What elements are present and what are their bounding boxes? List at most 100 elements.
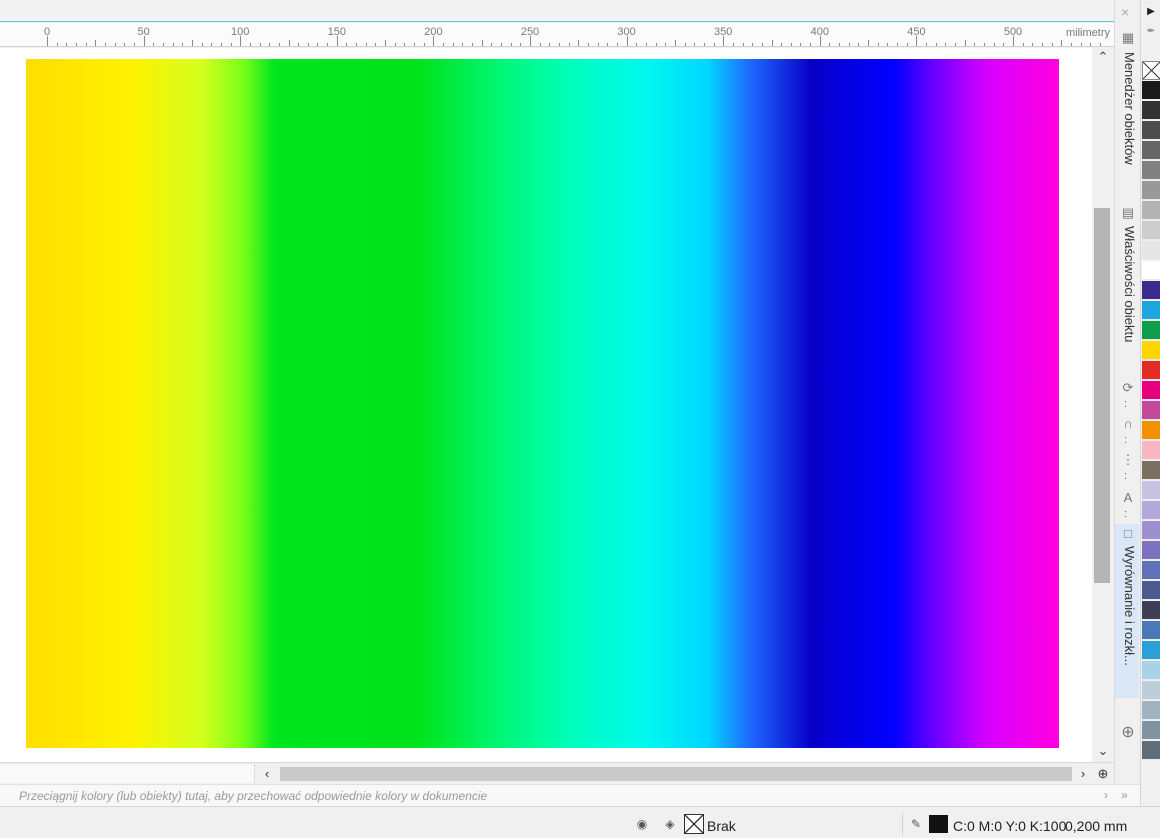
outline-color-label: C:0 M:0 Y:0 K:100 — [953, 818, 1067, 834]
palette-swatch[interactable] — [1142, 221, 1160, 240]
palette-swatch[interactable] — [1142, 361, 1160, 380]
vertical-scroll-thumb[interactable] — [1094, 208, 1110, 583]
fill-bucket-icon: ◈ — [665, 817, 675, 831]
palette-swatch[interactable] — [1142, 541, 1160, 560]
vertical-scrollbar[interactable]: ⌃ ⌄ — [1092, 48, 1114, 762]
scroll-left-icon[interactable]: ‹ — [258, 765, 276, 783]
palette-swatch[interactable] — [1142, 581, 1160, 600]
ruler-tick — [172, 43, 174, 46]
palette-swatch[interactable] — [1142, 561, 1160, 580]
shaping-icon[interactable]: ∩ — [1119, 416, 1137, 431]
ruler-tick — [472, 43, 474, 46]
chevron-double-right-icon[interactable]: » — [1121, 788, 1128, 802]
no-fill-swatch[interactable] — [684, 814, 704, 834]
palette-swatch[interactable] — [1142, 301, 1160, 320]
ruler-tick — [1061, 40, 1063, 46]
eyedropper-icon[interactable]: ✒ — [1141, 26, 1160, 37]
ruler-tick — [810, 43, 812, 46]
ruler-tick — [945, 43, 947, 46]
palette-swatch[interactable] — [1142, 621, 1160, 640]
fill-label: Brak — [707, 818, 736, 834]
palette-swatch[interactable] — [1142, 701, 1160, 720]
chevron-right-icon[interactable]: › — [1104, 788, 1108, 802]
horizontal-scroll-thumb[interactable] — [280, 767, 1072, 781]
palette-swatch[interactable] — [1142, 461, 1160, 480]
scroll-down-icon[interactable]: ⌄ — [1092, 742, 1114, 760]
ruler-tick — [771, 40, 773, 46]
text-icon[interactable]: A — [1119, 490, 1137, 505]
palette-swatch[interactable] — [1142, 661, 1160, 680]
palette-swatch[interactable] — [1142, 201, 1160, 220]
palette-swatch[interactable] — [1142, 521, 1160, 540]
palette-swatch[interactable] — [1142, 101, 1160, 120]
ruler-tick — [510, 43, 512, 46]
palette-swatch[interactable] — [1142, 181, 1160, 200]
palette-swatch[interactable] — [1142, 321, 1160, 340]
palette-swatch[interactable] — [1142, 341, 1160, 360]
close-icon[interactable]: × — [1121, 4, 1129, 20]
horizontal-scroll-row: ‹ › ⊕ — [0, 762, 1114, 784]
palette-swatch[interactable] — [1142, 441, 1160, 460]
palette-swatch[interactable] — [1142, 161, 1160, 180]
more-dots: : — [1124, 470, 1128, 482]
ruler-tick — [1022, 43, 1024, 46]
ruler-tick — [249, 43, 251, 46]
tab-align-distribute[interactable]: Wyrównanie i rozkł... — [1119, 546, 1137, 666]
ruler-tick — [645, 43, 647, 46]
ruler-tick — [394, 43, 396, 46]
more-dots: : — [1124, 398, 1128, 410]
ruler-tick — [288, 40, 290, 46]
palette-swatch[interactable] — [1142, 481, 1160, 500]
palette-swatch[interactable] — [1142, 681, 1160, 700]
docker-tab-strip: × ▦ Menedżer obiektów ▤ Właściwości obie… — [1114, 0, 1139, 784]
dimension-icon[interactable]: ⋮ — [1119, 452, 1137, 468]
ruler-tick — [47, 36, 48, 46]
ruler-tick — [162, 43, 164, 46]
zoom-icon[interactable]: ⊕ — [1094, 765, 1112, 783]
ruler-tick — [897, 43, 899, 46]
ruler-tick — [935, 43, 937, 46]
color-proof-icon[interactable]: ◉ — [634, 816, 650, 832]
ruler-tick — [336, 36, 338, 46]
no-color-swatch[interactable] — [1142, 61, 1160, 80]
palette-swatch[interactable] — [1142, 601, 1160, 620]
tab-object-properties[interactable]: Właściwości obiektu — [1119, 226, 1137, 342]
palette-swatch[interactable] — [1142, 381, 1160, 400]
tab-object-manager[interactable]: Menedżer obiektów — [1119, 52, 1137, 165]
palette-swatch[interactable] — [1142, 141, 1160, 160]
ruler-tick — [549, 43, 551, 46]
transform-icon[interactable]: ⟳ — [1119, 380, 1137, 396]
ruler-tick — [868, 40, 870, 46]
palette-swatch[interactable] — [1142, 741, 1160, 760]
scroll-right-icon[interactable]: › — [1074, 765, 1092, 783]
palette-swatch[interactable] — [1142, 81, 1160, 100]
palette-swatch[interactable] — [1142, 281, 1160, 300]
add-docker-icon[interactable]: ⊕ — [1119, 722, 1137, 742]
page-navigator[interactable] — [0, 765, 255, 783]
ruler-tick — [742, 43, 744, 46]
document-palette-dropzone[interactable]: Przeciągnij kolory (lub obiekty) tutaj, … — [0, 784, 1140, 806]
ruler-tick — [356, 43, 358, 46]
ruler-tick — [926, 43, 928, 46]
ruler-tick — [1080, 43, 1082, 46]
palette-swatch[interactable] — [1142, 241, 1160, 260]
outline-color-swatch[interactable] — [929, 815, 948, 833]
ruler-tick — [75, 43, 77, 46]
palette-swatch[interactable] — [1142, 501, 1160, 520]
palette-swatch[interactable] — [1142, 401, 1160, 420]
ruler-tick — [501, 43, 503, 46]
more-dots: : — [1124, 508, 1128, 520]
horizontal-ruler[interactable]: milimetry 0 50 100 150 200 250 300 350 400 450 500 — [0, 23, 1114, 47]
palette-swatch[interactable] — [1142, 121, 1160, 140]
drawing-canvas[interactable] — [0, 48, 1092, 762]
palette-swatch[interactable] — [1142, 261, 1160, 280]
ruler-tick — [298, 43, 300, 46]
rainbow-gradient-rectangle[interactable] — [26, 59, 1059, 748]
scroll-up-icon[interactable]: ⌃ — [1092, 48, 1114, 66]
palette-swatch[interactable] — [1142, 721, 1160, 740]
ruler-tick — [674, 40, 676, 46]
palette-menu-icon[interactable]: ▶ — [1141, 6, 1160, 17]
palette-swatch[interactable] — [1142, 641, 1160, 660]
ruler-tick — [1013, 36, 1014, 46]
palette-swatch[interactable] — [1142, 421, 1160, 440]
